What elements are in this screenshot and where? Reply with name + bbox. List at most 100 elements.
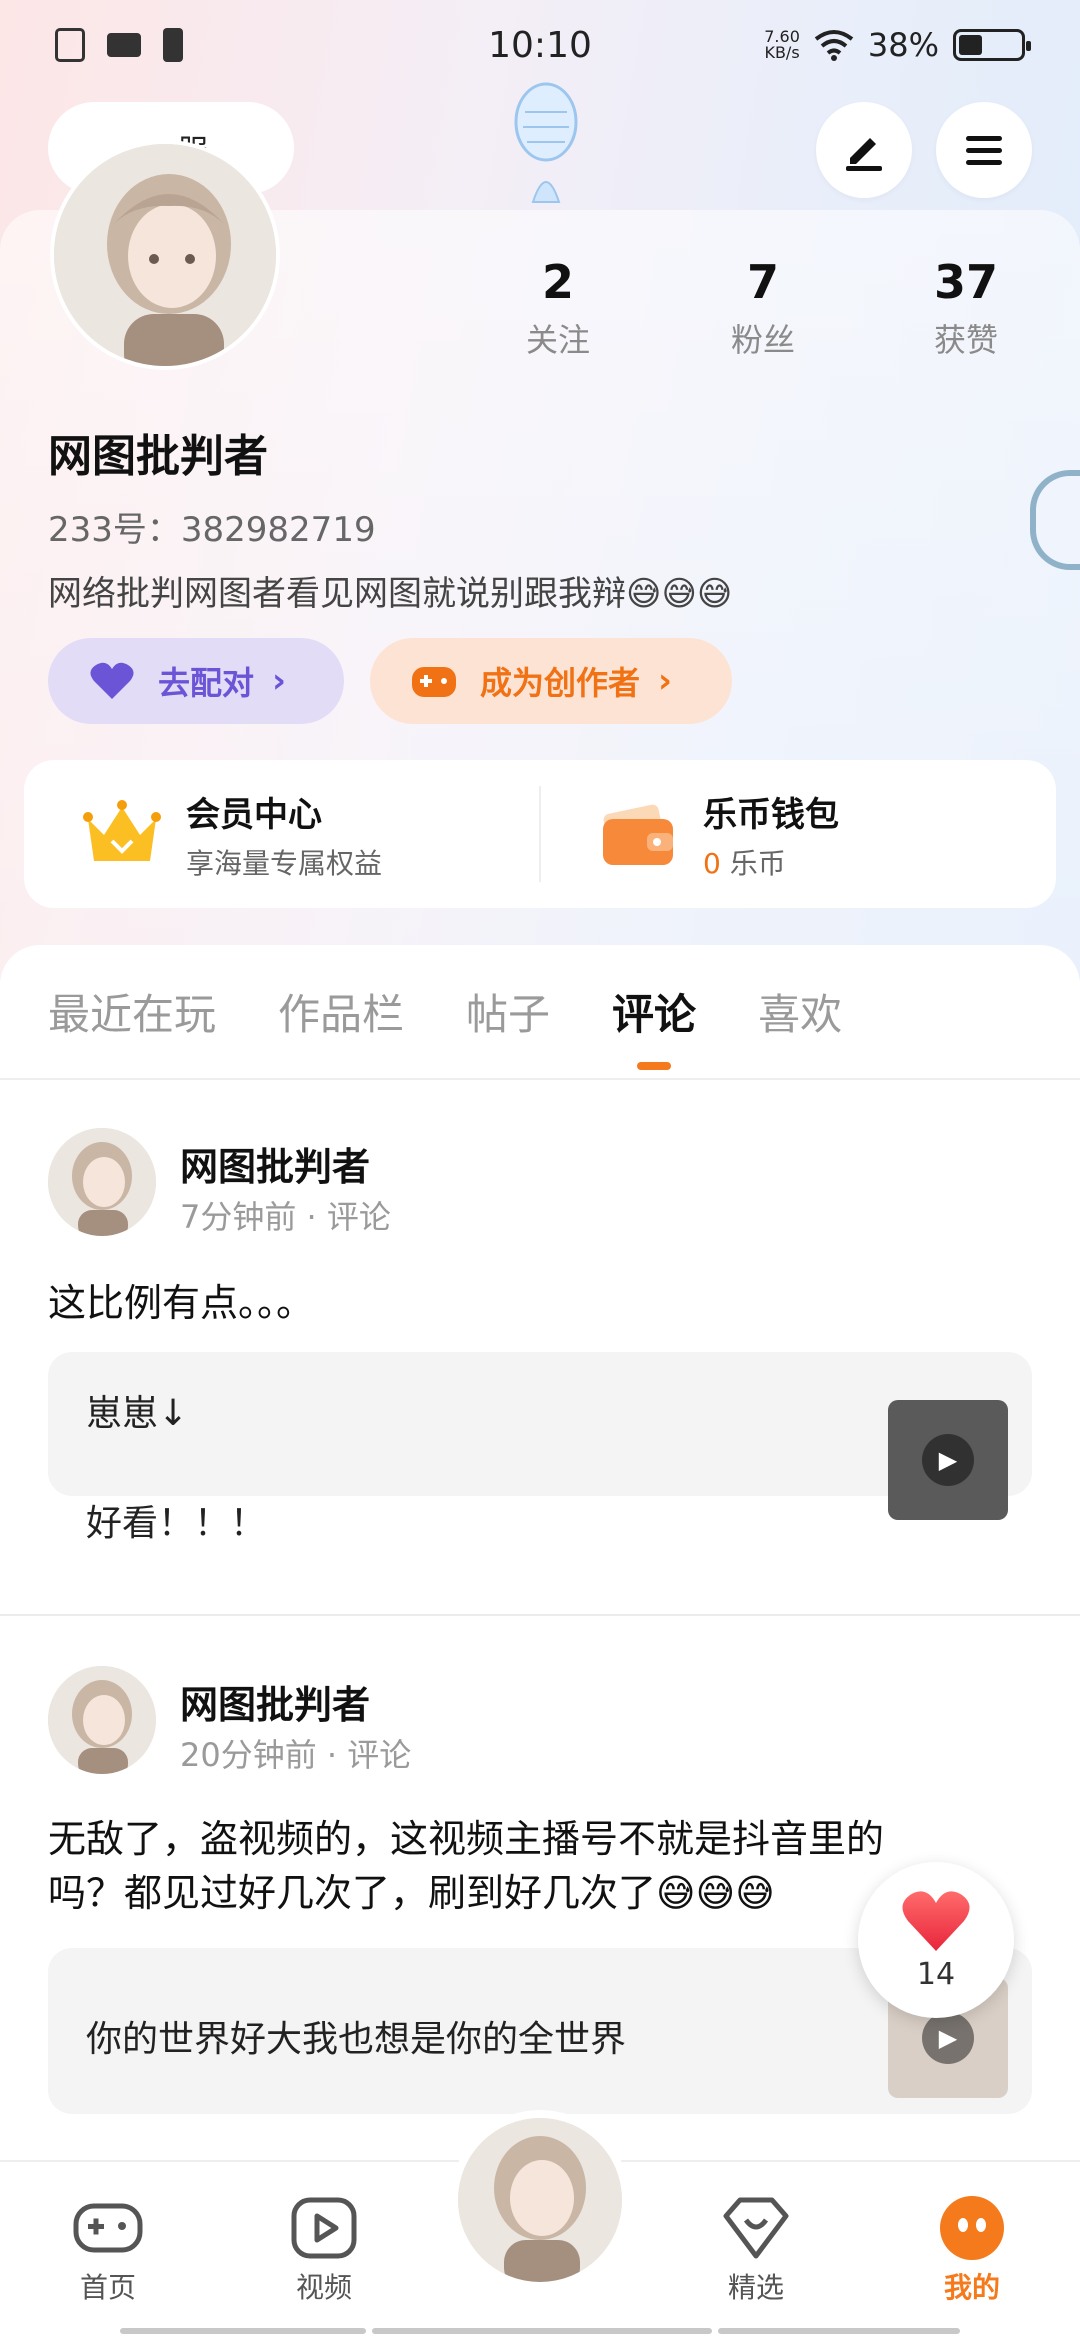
become-creator-button[interactable]: 成为创作者 › <box>370 638 732 724</box>
pencil-icon <box>846 138 882 171</box>
quote-line: 好看！！！ <box>86 1503 267 1544</box>
gamepad-icon <box>412 667 456 697</box>
battery-level <box>959 35 982 55</box>
author-name[interactable]: 网图批判者 <box>180 1674 370 1729</box>
stat-label: 关注 <box>525 321 590 359</box>
quote-line: 崽崽↓ <box>86 1393 189 1434</box>
stat-following[interactable]: 2 关注 <box>478 255 638 361</box>
profile-avatar[interactable] <box>50 140 280 370</box>
author-avatar[interactable] <box>48 1128 156 1236</box>
gamepad-icon <box>72 2196 144 2260</box>
menu-button[interactable] <box>936 102 1032 198</box>
video-thumbnail[interactable]: ▶ <box>888 1400 1008 1520</box>
avatar <box>458 2118 622 2282</box>
crown-icon <box>83 800 161 861</box>
like-button[interactable]: 14 <box>858 1862 1014 2018</box>
post-time: 7分钟前 <box>180 1198 297 1236</box>
wallet-icon <box>603 804 673 865</box>
nav-me[interactable]: 我的 <box>912 2196 1032 2306</box>
tab-comments[interactable]: 评论 <box>612 981 696 1042</box>
network-speed: 7.60 KB/s <box>764 27 800 62</box>
tab-posts[interactable]: 帖子 <box>466 981 550 1042</box>
post-time: 20分钟前 <box>180 1736 317 1774</box>
chevron-right-icon: › <box>658 661 673 701</box>
post-meta: 7分钟前 · 评论 <box>180 1192 391 1238</box>
stat-label: 获赞 <box>933 321 998 359</box>
tab-works[interactable]: 作品栏 <box>278 981 404 1042</box>
battery-percent: 38% <box>867 26 939 64</box>
nav-video[interactable]: 视频 <box>264 2196 384 2306</box>
wallet-title: 乐币钱包 <box>703 794 839 835</box>
status-left-icons <box>55 28 183 62</box>
wifi-icon <box>814 30 854 61</box>
play-icon: ▶ <box>922 1434 974 1486</box>
mascot-icon <box>514 82 578 203</box>
play-icon: ▶ <box>922 2012 974 2064</box>
stat-value: 37 <box>933 255 998 309</box>
vip-center-entry[interactable]: 会员中心 享海量专属权益 <box>24 760 539 908</box>
pair-button-label: 去配对 <box>158 664 255 702</box>
stat-value: 7 <box>746 255 779 309</box>
clock: 10:10 <box>488 24 592 66</box>
nav-center-avatar[interactable] <box>450 2110 630 2290</box>
heart-icon <box>90 662 134 699</box>
profile-tabs: 最近在玩 作品栏 帖子 评论 喜欢 <box>0 945 1080 1080</box>
stat-value: 2 <box>541 255 574 309</box>
camera-icon <box>107 33 141 57</box>
nav-label: 首页 <box>79 2271 136 2304</box>
wallet-entry[interactable]: 乐币钱包 0 乐币 <box>541 760 1056 908</box>
battery-small-icon <box>163 28 183 62</box>
author-avatar[interactable] <box>48 1666 156 1774</box>
meta-dot: · <box>326 1736 348 1774</box>
chevron-right-icon: › <box>272 661 287 701</box>
post-type: 评论 <box>347 1736 412 1774</box>
nav-featured[interactable]: 精选 <box>696 2196 816 2306</box>
battery-icon <box>953 29 1031 61</box>
like-count: 14 <box>916 1956 956 1992</box>
vip-wallet-card: 会员中心 享海量专属权益 乐币钱包 0 乐币 <box>24 760 1056 908</box>
vip-subtitle: 享海量专属权益 <box>186 846 383 880</box>
vip-title: 会员中心 <box>186 794 322 835</box>
gesture-bar <box>372 2328 712 2334</box>
profile-bio: 网络批判网图者看见网图就说别跟我辩😅😅😅 <box>48 574 733 614</box>
gesture-bar <box>718 2328 960 2334</box>
face-icon <box>936 2196 1008 2260</box>
profile-username: 网图批判者 <box>48 431 268 482</box>
wallet-unit: 乐币 <box>729 846 786 880</box>
quoted-post[interactable]: 崽崽↓ 好看！！！ ▶ <box>48 1352 1032 1544</box>
wallet-balance: 0 乐币 <box>703 842 839 882</box>
edit-button[interactable] <box>816 102 912 198</box>
gesture-bar <box>120 2328 366 2334</box>
pair-button[interactable]: 去配对 › <box>48 638 344 724</box>
author-name[interactable]: 网图批判者 <box>180 1136 370 1191</box>
meta-dot: · <box>306 1198 327 1236</box>
sim-card-icon <box>55 28 85 62</box>
wallet-amount: 0 <box>703 846 721 880</box>
nav-label: 精选 <box>727 2271 784 2304</box>
avatar-image <box>54 144 276 366</box>
tab-recently-played[interactable]: 最近在玩 <box>48 981 216 1042</box>
post-type: 评论 <box>326 1198 391 1236</box>
nav-label: 视频 <box>295 2271 352 2304</box>
avatar-image <box>48 1128 156 1236</box>
comment-text: 这比例有点。。。 <box>48 1281 315 1325</box>
heart-diamond-icon <box>720 2196 792 2260</box>
video-play-icon <box>288 2196 360 2260</box>
menu-icon <box>966 136 1002 165</box>
comment-item[interactable]: 网图批判者 7分钟前 · 评论 这比例有点。。。 崽崽↓ 好看！！！ ▶ <box>0 1080 1080 1620</box>
status-bar: 10:10 7.60 KB/s 38% <box>0 0 1080 90</box>
heart-icon <box>902 1890 970 1951</box>
status-right: 7.60 KB/s 38% <box>764 26 1031 64</box>
stat-followers[interactable]: 7 粉丝 <box>683 255 843 361</box>
avatar-image <box>458 2118 622 2282</box>
tab-likes[interactable]: 喜欢 <box>758 981 842 1042</box>
nav-label: 我的 <box>943 2271 1000 2304</box>
quote-line: 你的世界好大我也想是你的全世界 <box>86 2019 627 2060</box>
nav-home[interactable]: 首页 <box>48 2196 168 2306</box>
creator-button-label: 成为创作者 <box>480 664 641 702</box>
comment-text-line: 无敌了，盗视频的，这视频主播号不就是抖音里的 <box>48 1817 885 1861</box>
stat-likes[interactable]: 37 获赞 <box>886 255 1046 361</box>
post-meta: 20分钟前 · 评论 <box>180 1730 411 1776</box>
comment-text: 无敌了，盗视频的，这视频主播号不就是抖音里的 吗？都见过好几次了，刷到好几次了😅… <box>48 1812 1008 1920</box>
divider <box>0 1614 1080 1616</box>
